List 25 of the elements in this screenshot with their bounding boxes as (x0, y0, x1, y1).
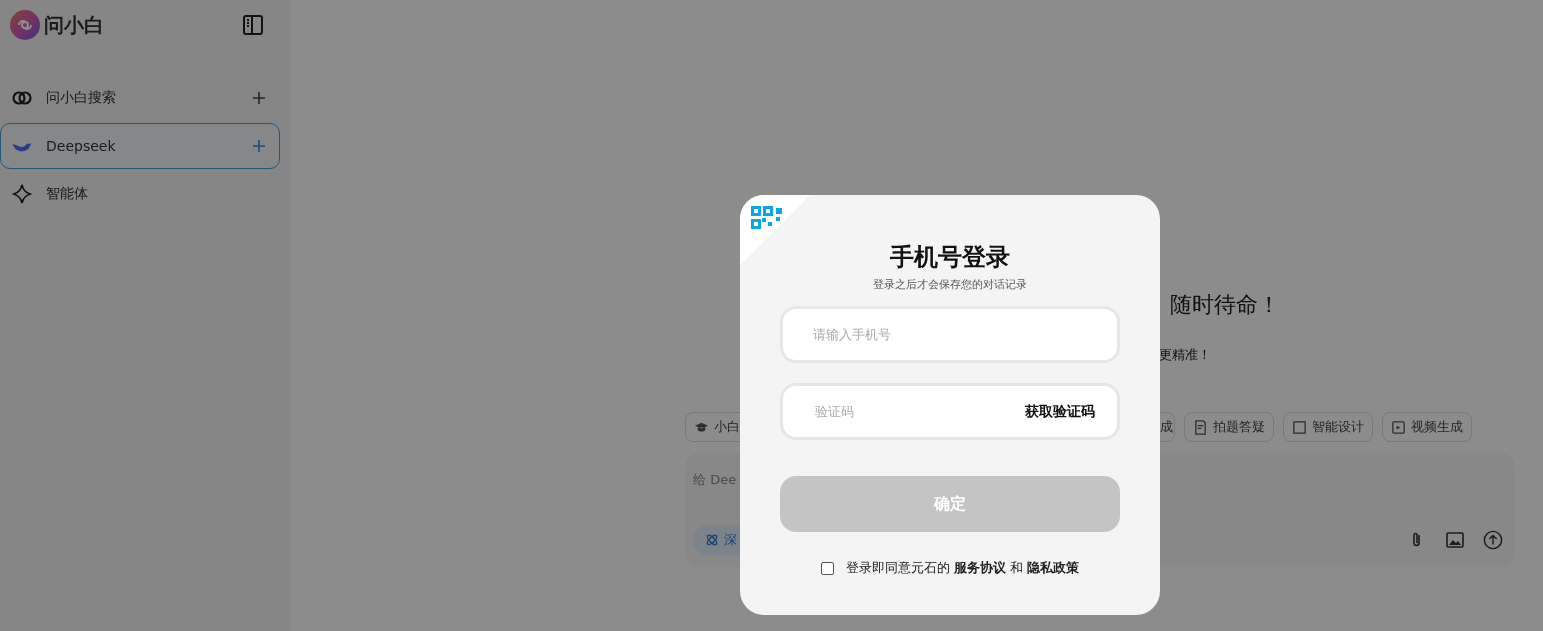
welcome-heading: 随时待命！ (1169, 291, 1281, 319)
welcome-subtitle: 更精准！ (1158, 346, 1212, 364)
sidebar-item[interactable]: 问小白搜索 (0, 75, 280, 121)
atom-icon (705, 533, 719, 547)
dialog-subtitle: 登录之后才会保存您的对话记录 (873, 277, 1027, 292)
add-icon[interactable] (253, 92, 265, 104)
video-icon (1391, 419, 1406, 435)
code-input[interactable]: 验证码 获取验证码 (780, 383, 1120, 440)
logo-text: 问小白 (44, 11, 104, 39)
sparkle-icon (11, 183, 33, 205)
qr-code-icon[interactable] (740, 195, 810, 265)
dialog-title: 手机号登录 (890, 242, 1010, 273)
tool-chip[interactable]: 视频生成 (1382, 412, 1472, 442)
send-icon[interactable] (1483, 530, 1503, 550)
sidebar-toggle-icon[interactable] (242, 14, 264, 36)
agreement-checkbox[interactable] (820, 561, 834, 575)
document-icon (1193, 419, 1208, 435)
sidebar-item[interactable]: Deepseek (0, 123, 280, 169)
tool-chip[interactable]: 智能设计 (1283, 412, 1373, 442)
message-placeholder: 给 Dee (693, 471, 738, 489)
tool-chip[interactable]: 拍题答疑 (1184, 412, 1274, 442)
logo-icon (10, 10, 40, 40)
phone-input[interactable]: 请输入手机号 (780, 306, 1120, 363)
get-code-link[interactable]: 获取验证码 (1025, 402, 1095, 421)
sidebar-item[interactable]: 智能体 (0, 171, 280, 217)
